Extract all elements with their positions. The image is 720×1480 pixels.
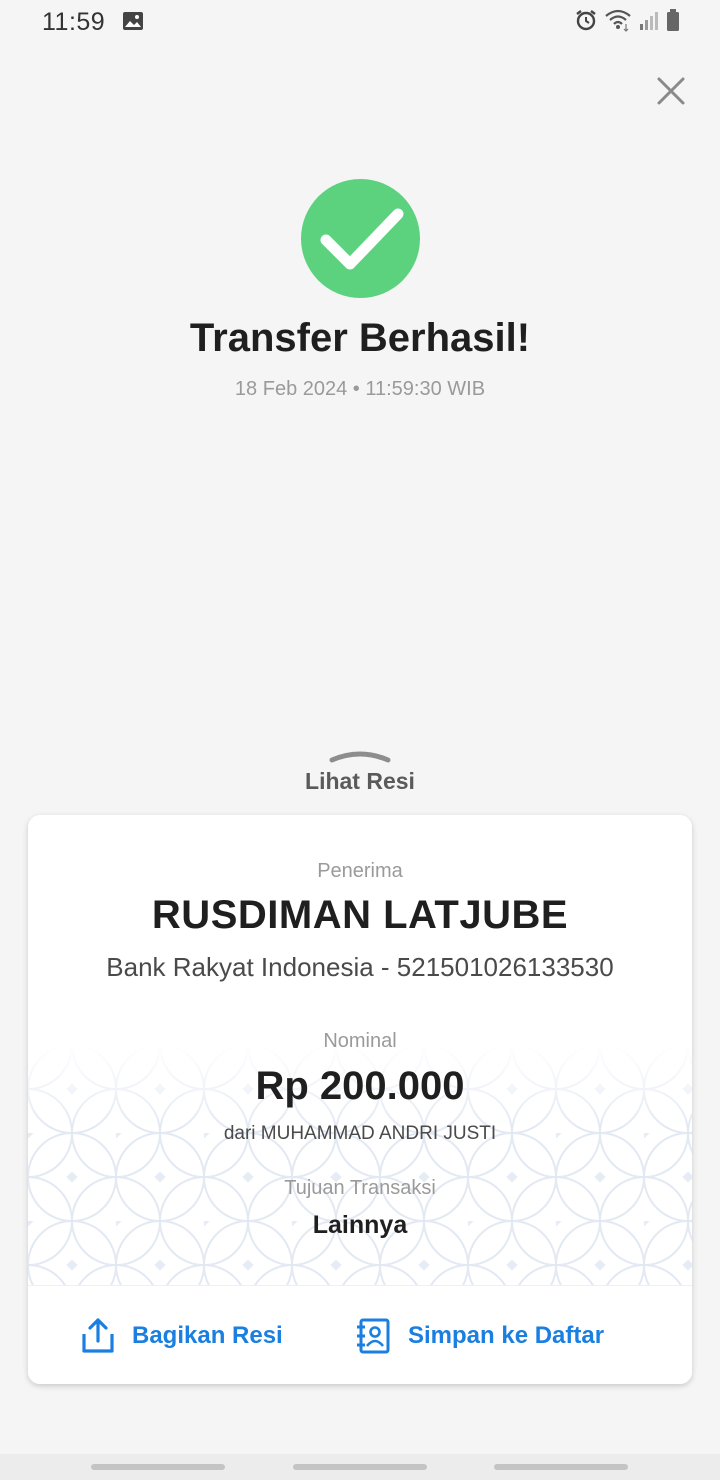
transaction-datetime: 18 Feb 2024 • 11:59:30 WIB — [234, 378, 486, 400]
recipient-bank-account: Bank Rakyat Indonesia - 521501026133530 — [106, 952, 614, 982]
nav-recents-button[interactable] — [91, 1464, 225, 1470]
view-receipt-toggle[interactable]: Lihat Resi — [260, 748, 460, 804]
wifi-icon — [604, 8, 632, 37]
check-circle-icon — [301, 179, 420, 298]
nav-home-button[interactable] — [293, 1464, 427, 1470]
share-receipt-button[interactable]: Bagikan Resi — [80, 1286, 283, 1384]
alarm-icon — [574, 8, 598, 37]
purpose-label: Tujuan Transaksi — [284, 1177, 436, 1199]
status-bar: 11:59 — [0, 0, 720, 44]
recipient-label: Penerima — [317, 860, 403, 882]
sender-name: dari MUHAMMAD ANDRI JUSTI — [223, 1123, 497, 1144]
amount-label: Nominal — [323, 1030, 397, 1052]
chevron-up-icon — [329, 751, 391, 763]
contact-book-icon — [357, 1318, 390, 1353]
close-icon — [657, 77, 685, 105]
status-time: 11:59 — [42, 8, 106, 36]
transaction-purpose: Lainnya — [312, 1211, 408, 1239]
receipt-actions: Bagikan Resi Simpan ke Daftar — [28, 1285, 692, 1384]
receipt-card: Penerima RUSDIMAN LATJUBE Bank Rakyat In… — [28, 815, 692, 1384]
gallery-icon — [122, 11, 144, 36]
battery-icon — [666, 8, 680, 37]
status-icons — [574, 8, 680, 37]
share-icon — [82, 1317, 114, 1353]
navigation-bar — [0, 1454, 720, 1480]
page-title: Transfer Berhasil! — [189, 316, 531, 360]
save-to-list-label: Simpan ke Daftar — [408, 1321, 605, 1349]
signal-icon — [638, 9, 660, 36]
share-receipt-label: Bagikan Resi — [132, 1321, 283, 1349]
view-receipt-label: Lihat Resi — [305, 768, 415, 794]
nav-back-button[interactable] — [494, 1464, 628, 1470]
save-to-list-button[interactable]: Simpan ke Daftar — [356, 1286, 604, 1384]
close-button[interactable] — [650, 70, 692, 112]
recipient-name: RUSDIMAN LATJUBE — [151, 893, 569, 937]
transfer-amount: Rp 200.000 — [255, 1064, 465, 1108]
